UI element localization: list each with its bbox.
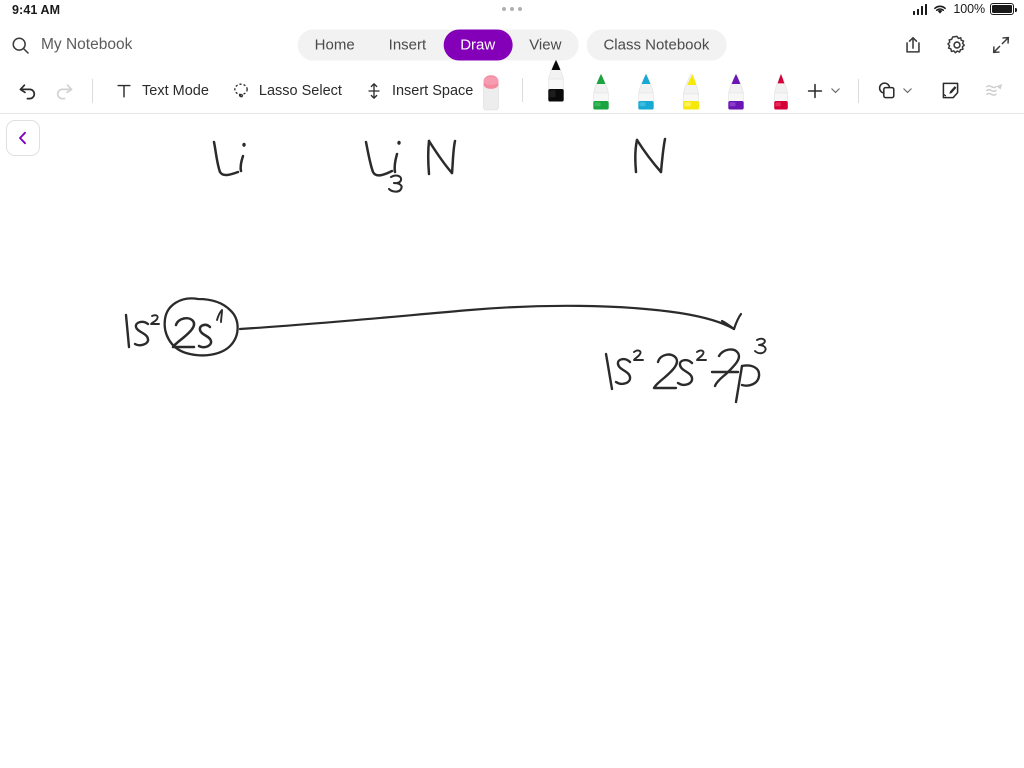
ribbon-tab-group: Home Insert Draw View — [297, 29, 579, 61]
notebook-title[interactable]: My Notebook — [41, 36, 132, 54]
sticky-note-edit-icon — [942, 82, 958, 99]
draw-toolbar-right — [798, 68, 1012, 113]
notebook-canvas[interactable] — [0, 114, 1024, 768]
pen-cyan[interactable] — [623, 67, 668, 113]
collapse-sidebar-button[interactable] — [6, 120, 40, 156]
insert-space-button[interactable]: Insert Space — [353, 76, 484, 106]
share-icon[interactable] — [902, 34, 924, 56]
pen-icon — [773, 73, 788, 110]
search-icon[interactable] — [10, 35, 31, 56]
eraser-icon — [482, 75, 499, 111]
chevron-down-icon — [903, 88, 912, 94]
undo-icon — [19, 83, 36, 99]
redo-button[interactable] — [46, 75, 82, 107]
ink-note-button[interactable] — [932, 75, 968, 107]
battery-percent-label: 100% — [953, 2, 985, 16]
tab-view[interactable]: View — [512, 30, 578, 61]
ink-arrow — [238, 304, 743, 331]
ink-label-n — [634, 137, 667, 174]
pen-red[interactable] — [758, 67, 803, 113]
pen-icon — [637, 73, 654, 110]
collapse-ribbon-icon[interactable] — [990, 34, 1012, 56]
ink-label-li — [212, 140, 246, 177]
draw-toolbar: Text Mode Lasso Select Insert Space — [0, 59, 1024, 114]
highlighter-yellow[interactable] — [668, 67, 713, 113]
battery-full-icon — [990, 3, 1017, 15]
eraser-tool[interactable] — [468, 67, 513, 113]
notebook-search-area[interactable]: My Notebook — [10, 22, 132, 68]
app-header: My Notebook Home Insert Draw View Class … — [0, 22, 1024, 68]
multitask-dot — [502, 7, 506, 11]
tab-class-notebook[interactable]: Class Notebook — [586, 29, 727, 61]
header-actions — [902, 22, 1012, 68]
chevron-left-icon — [19, 131, 26, 145]
pen-tray-divider-slot — [513, 67, 533, 113]
pen-icon — [547, 59, 564, 102]
draw-toolbar-left: Text Mode Lasso Select Insert Space — [10, 68, 484, 113]
chevron-down-icon — [831, 88, 840, 94]
ink-config-lithium-2s1 — [171, 309, 223, 349]
pen-green[interactable] — [578, 67, 623, 113]
ink-circle-2s1 — [163, 297, 239, 357]
wifi-icon — [934, 5, 947, 14]
ink-config-lithium-1s2 — [124, 313, 160, 349]
status-bar: 9:41 AM 100% — [0, 0, 1024, 22]
shapes-button[interactable] — [869, 75, 920, 106]
status-indicators: 100% — [912, 2, 1017, 16]
ink-strokes-layer — [0, 114, 1024, 768]
toolbar-divider — [522, 78, 523, 102]
shapes-icon — [878, 82, 895, 99]
plus-icon — [807, 83, 823, 98]
tab-draw[interactable]: Draw — [443, 29, 513, 61]
redo-icon — [56, 83, 73, 99]
ink-replay-icon — [985, 83, 1002, 96]
ribbon-tabs: Home Insert Draw View Class Notebook — [297, 29, 727, 61]
status-time: 9:41 AM — [12, 3, 61, 17]
pen-tray — [468, 59, 803, 113]
text-mode-button[interactable]: Text Mode — [103, 76, 220, 106]
ink-label-li3n — [364, 139, 457, 193]
ink-config-nitrogen — [604, 337, 767, 404]
ink-replay-button[interactable] — [976, 75, 1012, 107]
lasso-select-icon — [234, 83, 248, 97]
add-pen-button[interactable] — [798, 76, 848, 106]
lasso-select-label: Lasso Select — [258, 82, 342, 99]
gear-icon[interactable] — [946, 34, 968, 56]
highlighter-icon — [682, 73, 699, 110]
text-icon — [117, 84, 131, 98]
multitask-dot — [518, 7, 522, 11]
insert-space-icon — [368, 82, 380, 99]
tab-home[interactable]: Home — [298, 30, 372, 61]
insert-space-label: Insert Space — [391, 82, 474, 99]
undo-button[interactable] — [10, 75, 46, 107]
toolbar-divider — [92, 78, 93, 103]
multitask-dot — [510, 7, 514, 11]
toolbar-divider — [858, 78, 859, 103]
pen-icon — [592, 73, 609, 110]
pen-icon — [727, 73, 744, 110]
lasso-select-button[interactable]: Lasso Select — [220, 76, 353, 106]
multitasking-dots-handle[interactable] — [502, 7, 522, 11]
cellular-signal-icon — [912, 3, 928, 15]
pen-black[interactable] — [533, 59, 578, 113]
text-mode-label: Text Mode — [142, 82, 209, 99]
pen-purple[interactable] — [713, 67, 758, 113]
tab-insert[interactable]: Insert — [372, 30, 444, 61]
